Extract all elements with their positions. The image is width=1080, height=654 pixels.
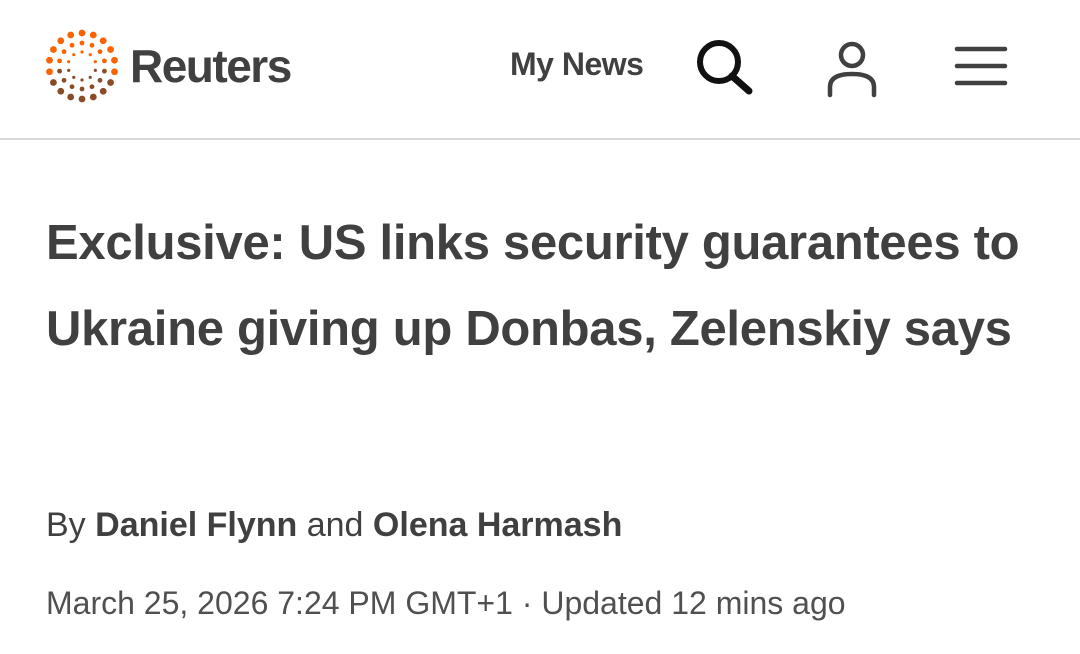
brand-name: Reuters — [130, 40, 292, 92]
logo-dot — [102, 58, 107, 64]
logo-dot — [72, 53, 76, 57]
logo-dot — [89, 84, 95, 90]
logo-dot — [89, 93, 97, 101]
logo-dot — [79, 86, 85, 92]
logo-dot — [99, 87, 107, 95]
logo-dot — [61, 77, 67, 83]
logo-dot — [50, 46, 57, 53]
search-icon[interactable] — [694, 38, 756, 96]
logo-dot — [57, 58, 62, 64]
logo-dot — [111, 68, 118, 76]
logo-dot — [69, 84, 75, 90]
my-news-link[interactable]: My News — [510, 46, 644, 83]
author-link-olena-harmash[interactable]: Olena Harmash — [373, 506, 622, 544]
logo-dot — [46, 56, 53, 64]
logo-dot — [78, 29, 86, 37]
logo-dot — [79, 40, 85, 46]
reuters-logo-icon — [46, 29, 118, 103]
logo-dot — [97, 49, 103, 55]
logo-dot — [57, 68, 62, 74]
logo-dot — [46, 68, 53, 76]
logo-dot — [102, 68, 107, 74]
logo-dot — [107, 79, 114, 86]
logo-dot — [67, 93, 75, 101]
article-headline: Exclusive: US links security guarantees … — [46, 216, 1020, 356]
logo-dot — [111, 56, 118, 64]
user-icon[interactable] — [824, 40, 880, 98]
site-header: Reuters My News — [0, 0, 1080, 140]
logo-dot — [61, 49, 67, 55]
logo-dot — [69, 42, 75, 48]
reuters-logo[interactable]: Reuters — [44, 28, 292, 104]
byline-conjunction: and — [306, 506, 364, 544]
logo-dot — [67, 68, 71, 72]
logo-dot — [88, 53, 92, 57]
logo-dot — [78, 95, 86, 103]
logo-dot — [93, 60, 97, 64]
logo-dot — [80, 78, 84, 82]
hamburger-menu-icon[interactable] — [953, 44, 1009, 88]
logo-dot — [67, 31, 75, 39]
dateline-separator: · — [521, 585, 533, 621]
article-dateline: March 25, 2026 7:24 PM GMT+1 · Updated 1… — [46, 585, 846, 622]
logo-dot — [99, 37, 107, 45]
logo-dot — [50, 79, 57, 86]
article-byline: By Daniel Flynn and Olena Harmash — [46, 506, 622, 545]
logo-dot — [88, 75, 92, 79]
logo-dot — [89, 42, 95, 48]
logo-dot — [80, 50, 84, 54]
logo-dot — [72, 75, 76, 79]
logo-dot — [89, 31, 97, 39]
updated-timestamp: Updated 12 mins ago — [541, 585, 846, 621]
logo-dot — [57, 37, 65, 45]
article-page: Reuters My News Exclusive: US links secu… — [0, 0, 1080, 654]
byline-prefix: By — [46, 506, 86, 544]
published-timestamp: March 25, 2026 7:24 PM GMT+1 — [46, 585, 513, 621]
logo-dot — [97, 77, 103, 83]
logo-dot — [107, 46, 114, 53]
logo-dot — [57, 87, 65, 95]
logo-dot — [67, 60, 71, 64]
author-link-daniel-flynn[interactable]: Daniel Flynn — [95, 506, 297, 544]
logo-dot — [93, 68, 97, 72]
